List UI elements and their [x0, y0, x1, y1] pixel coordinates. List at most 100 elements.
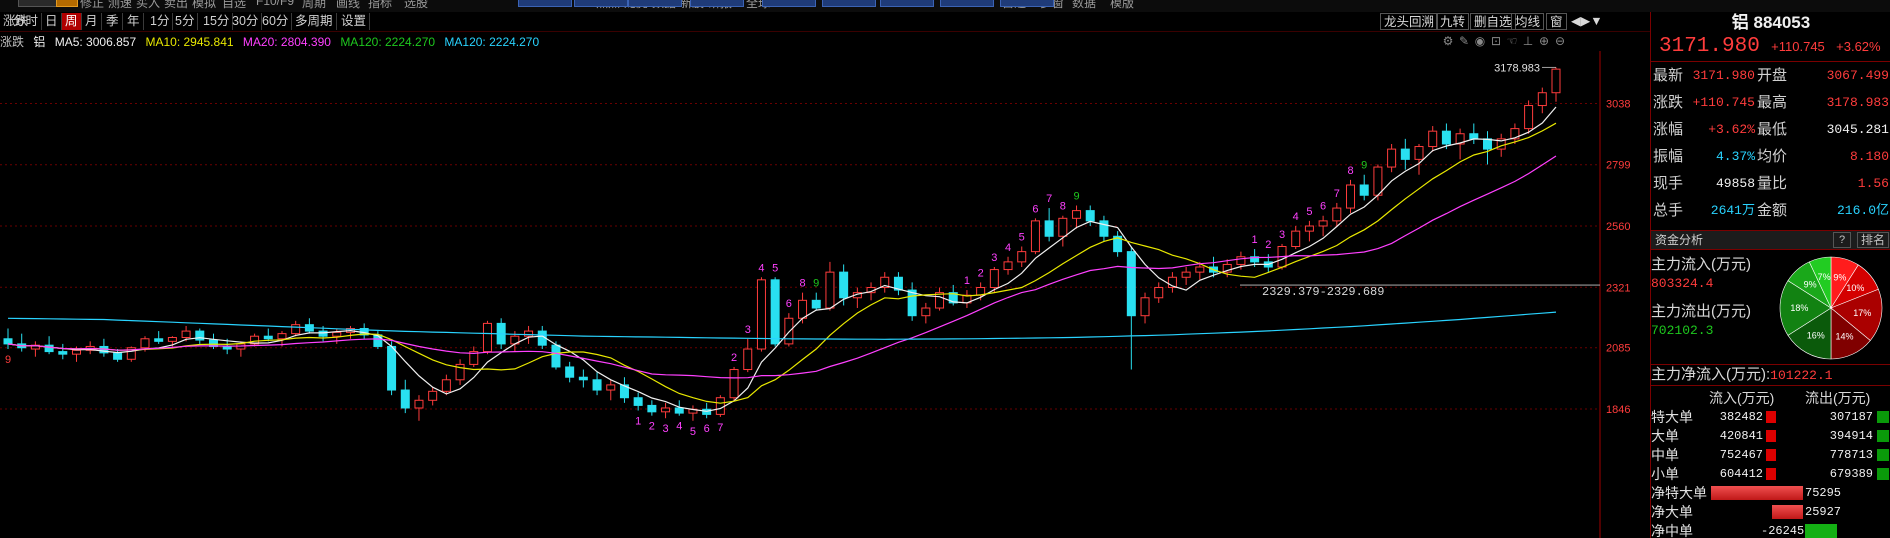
candle-body: [1332, 207, 1342, 222]
period-tab[interactable]: 日: [42, 13, 62, 30]
toolbar-right-button[interactable]: 龙头回溯: [1380, 13, 1439, 30]
period-tab[interactable]: 1分: [147, 13, 174, 30]
top-menu-item[interactable]: 画线: [336, 0, 360, 11]
td-count-label: 6: [704, 423, 710, 435]
kline-svg[interactable]: 3274303827992560232120851846912345672345…: [0, 51, 1650, 538]
period-tab[interactable]: 30分: [229, 13, 263, 30]
top-menu-item[interactable]: 数据: [1072, 0, 1096, 11]
td-count-label: 9: [813, 278, 819, 290]
net-flow-label: 净特大单: [1651, 485, 1707, 501]
candle-body: [428, 390, 438, 401]
top-menu-item[interactable]: 模拟: [192, 0, 216, 11]
candle-body: [1304, 225, 1314, 232]
candle-body: [332, 331, 342, 337]
top-menu-item[interactable]: 测速: [108, 0, 132, 11]
kline-chart[interactable]: 3274303827992560232120851846912345672345…: [0, 51, 1650, 538]
flow-in-value: 420841: [1719, 429, 1763, 443]
candle-body: [1359, 184, 1369, 196]
minus-icon[interactable]: ⊖: [1552, 34, 1568, 48]
rank-button[interactable]: 排名: [1856, 232, 1889, 248]
fund-pie-chart: 9% 10% 17% 14% 16% 18% 9% 7%: [1779, 256, 1883, 360]
toolbar-scroll-arrows-icon[interactable]: ◀▶▼: [1568, 13, 1606, 30]
toolbar-right-button[interactable]: 窗: [1546, 13, 1567, 30]
td-count-label: 2: [1265, 239, 1271, 251]
help-button[interactable]: ?: [1833, 232, 1851, 248]
top-strip-button[interactable]: [1000, 0, 1054, 7]
period-tab[interactable]: 周: [62, 13, 82, 30]
flow-row: 特大单 382482 307187: [1651, 408, 1890, 426]
top-menu-item[interactable]: 指标: [368, 0, 392, 11]
candle-body: [222, 345, 232, 350]
pin-icon[interactable]: ⊥: [1520, 34, 1536, 48]
top-menu-item[interactable]: 修正: [80, 0, 104, 11]
flow-out-value: 307187: [1829, 410, 1873, 424]
top-menu-item[interactable]: 模版: [1110, 0, 1134, 11]
period-tab[interactable]: 季: [103, 13, 123, 30]
top-strip-button[interactable]: [56, 0, 78, 7]
top-menu-item[interactable]: F10/F9: [256, 0, 294, 8]
eye-icon[interactable]: ◉: [1472, 34, 1488, 48]
quote-value: 1.56: [1857, 176, 1889, 191]
td-count-label: 6: [1032, 203, 1038, 215]
ma120-alt-value[interactable]: MA120: 2224.270: [444, 35, 539, 49]
pie-slice-label: 17%: [1853, 308, 1871, 318]
top-strip-button[interactable]: [518, 0, 572, 7]
top-strip-button[interactable]: [628, 0, 682, 7]
quote-price-line: 3171.980 +110.745 +3.62%: [1659, 34, 1881, 60]
top-menu-item[interactable]: 自选: [222, 0, 246, 11]
top-strip-button[interactable]: [574, 0, 628, 7]
net-flow-label: 净大单: [1651, 504, 1693, 520]
top-strip-button[interactable]: [880, 0, 934, 7]
top-menu-item[interactable]: 卖出: [164, 0, 188, 11]
pie-slice-label: 7%: [1818, 272, 1831, 282]
hand-icon[interactable]: ☜: [1504, 34, 1520, 48]
candle-body: [1140, 297, 1150, 317]
ma120-value[interactable]: MA120: 2224.270: [340, 35, 435, 49]
td-count-label: 6: [1320, 201, 1326, 213]
period-tab[interactable]: 设置: [338, 13, 371, 30]
top-strip-button[interactable]: [762, 0, 816, 7]
top-menu-item[interactable]: 周期: [302, 0, 326, 11]
period-tab[interactable]: 年: [124, 13, 144, 30]
instrument-name: 铝: [33, 35, 46, 49]
gear-icon[interactable]: ⚙: [1440, 34, 1456, 48]
td-count-label: 7: [1334, 188, 1340, 200]
period-tab[interactable]: 分时: [10, 13, 43, 30]
quote-value: 3171.980: [1692, 68, 1755, 83]
td-count-label: 7: [717, 422, 723, 434]
lock-icon[interactable]: ⊡: [1488, 34, 1504, 48]
quote-title: 铝 884053: [1731, 13, 1811, 32]
period-tab[interactable]: 5分: [172, 13, 199, 30]
ma10-value[interactable]: MA10: 2945.841: [145, 35, 233, 49]
top-strip-button[interactable]: [822, 0, 876, 7]
toolbar-right-button[interactable]: 均线: [1511, 13, 1545, 30]
top-strip-button[interactable]: [690, 0, 744, 7]
period-tab[interactable]: 月: [82, 13, 102, 30]
period-tab[interactable]: 多周期: [292, 13, 337, 30]
ma20-value[interactable]: MA20: 2804.390: [243, 35, 331, 49]
quote-label: 最低: [1757, 121, 1788, 138]
td-count-label: 2: [731, 352, 737, 364]
td-count-label: 4: [1293, 211, 1299, 223]
candle-body: [1483, 138, 1493, 150]
ma5-value[interactable]: MA5: 3006.857: [55, 35, 136, 49]
y-tick-label: 1846: [1606, 404, 1630, 416]
period-tab[interactable]: 60分: [259, 13, 293, 30]
pie-slice-label: 16%: [1807, 331, 1825, 341]
toolbar-right-button[interactable]: 删自选: [1470, 13, 1516, 30]
flow-in-bar: [1766, 411, 1776, 423]
candle-body: [729, 369, 739, 399]
plus-icon[interactable]: ⊕: [1536, 34, 1552, 48]
pen-icon[interactable]: ✎: [1456, 34, 1472, 48]
toolbar-right-button[interactable]: 九转: [1436, 13, 1470, 30]
quote-label: 总手: [1653, 202, 1684, 219]
candle-body: [633, 397, 643, 406]
top-menu-item[interactable]: 选股: [404, 0, 428, 11]
main-net-inflow: 主力净流入(万元):101222.1: [1651, 364, 1890, 386]
top-strip-button[interactable]: [940, 0, 994, 7]
td-count-label: 5: [772, 262, 778, 274]
candle-body: [400, 389, 410, 409]
flow-out-bar: [1877, 449, 1889, 461]
candle-body: [1346, 184, 1356, 209]
top-menu-item[interactable]: 买入: [136, 0, 160, 11]
